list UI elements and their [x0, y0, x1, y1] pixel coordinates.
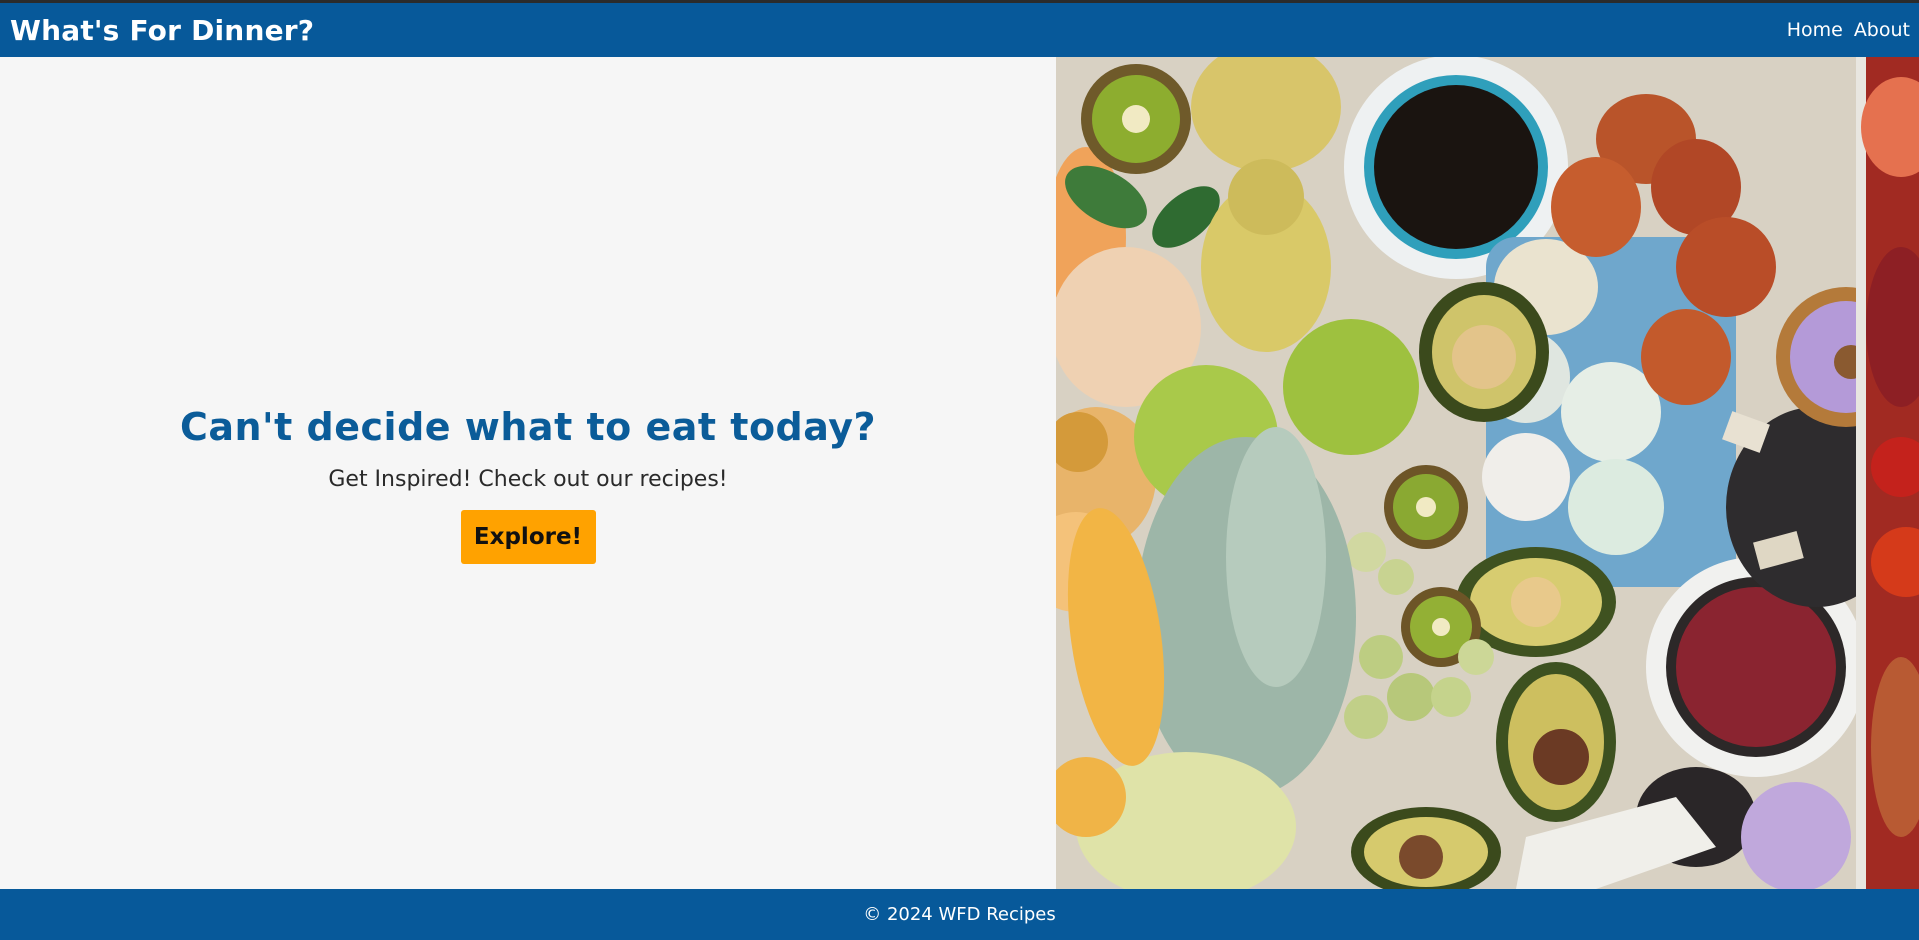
hero-text-panel: Can't decide what to eat today? Get Insp… — [0, 57, 1056, 889]
food-photo-illustration — [1056, 57, 1919, 889]
explore-button[interactable]: Explore! — [460, 509, 596, 564]
main-nav: Home About — [1787, 19, 1910, 41]
site-footer: © 2024 WFD Recipes — [0, 889, 1919, 940]
nav-about-link[interactable]: About — [1854, 19, 1910, 41]
footer-copyright: © 2024 WFD Recipes — [863, 904, 1056, 925]
site-header: What's For Dinner? Home About — [0, 3, 1919, 57]
site-brand[interactable]: What's For Dinner? — [10, 14, 314, 47]
hero-subtitle: Get Inspired! Check out our recipes! — [328, 466, 728, 492]
hero-title: Can't decide what to eat today? — [179, 404, 877, 449]
food-spread-photo — [1056, 57, 1919, 889]
hero-section: Can't decide what to eat today? Get Insp… — [0, 57, 1919, 889]
nav-home-link[interactable]: Home — [1787, 19, 1843, 41]
